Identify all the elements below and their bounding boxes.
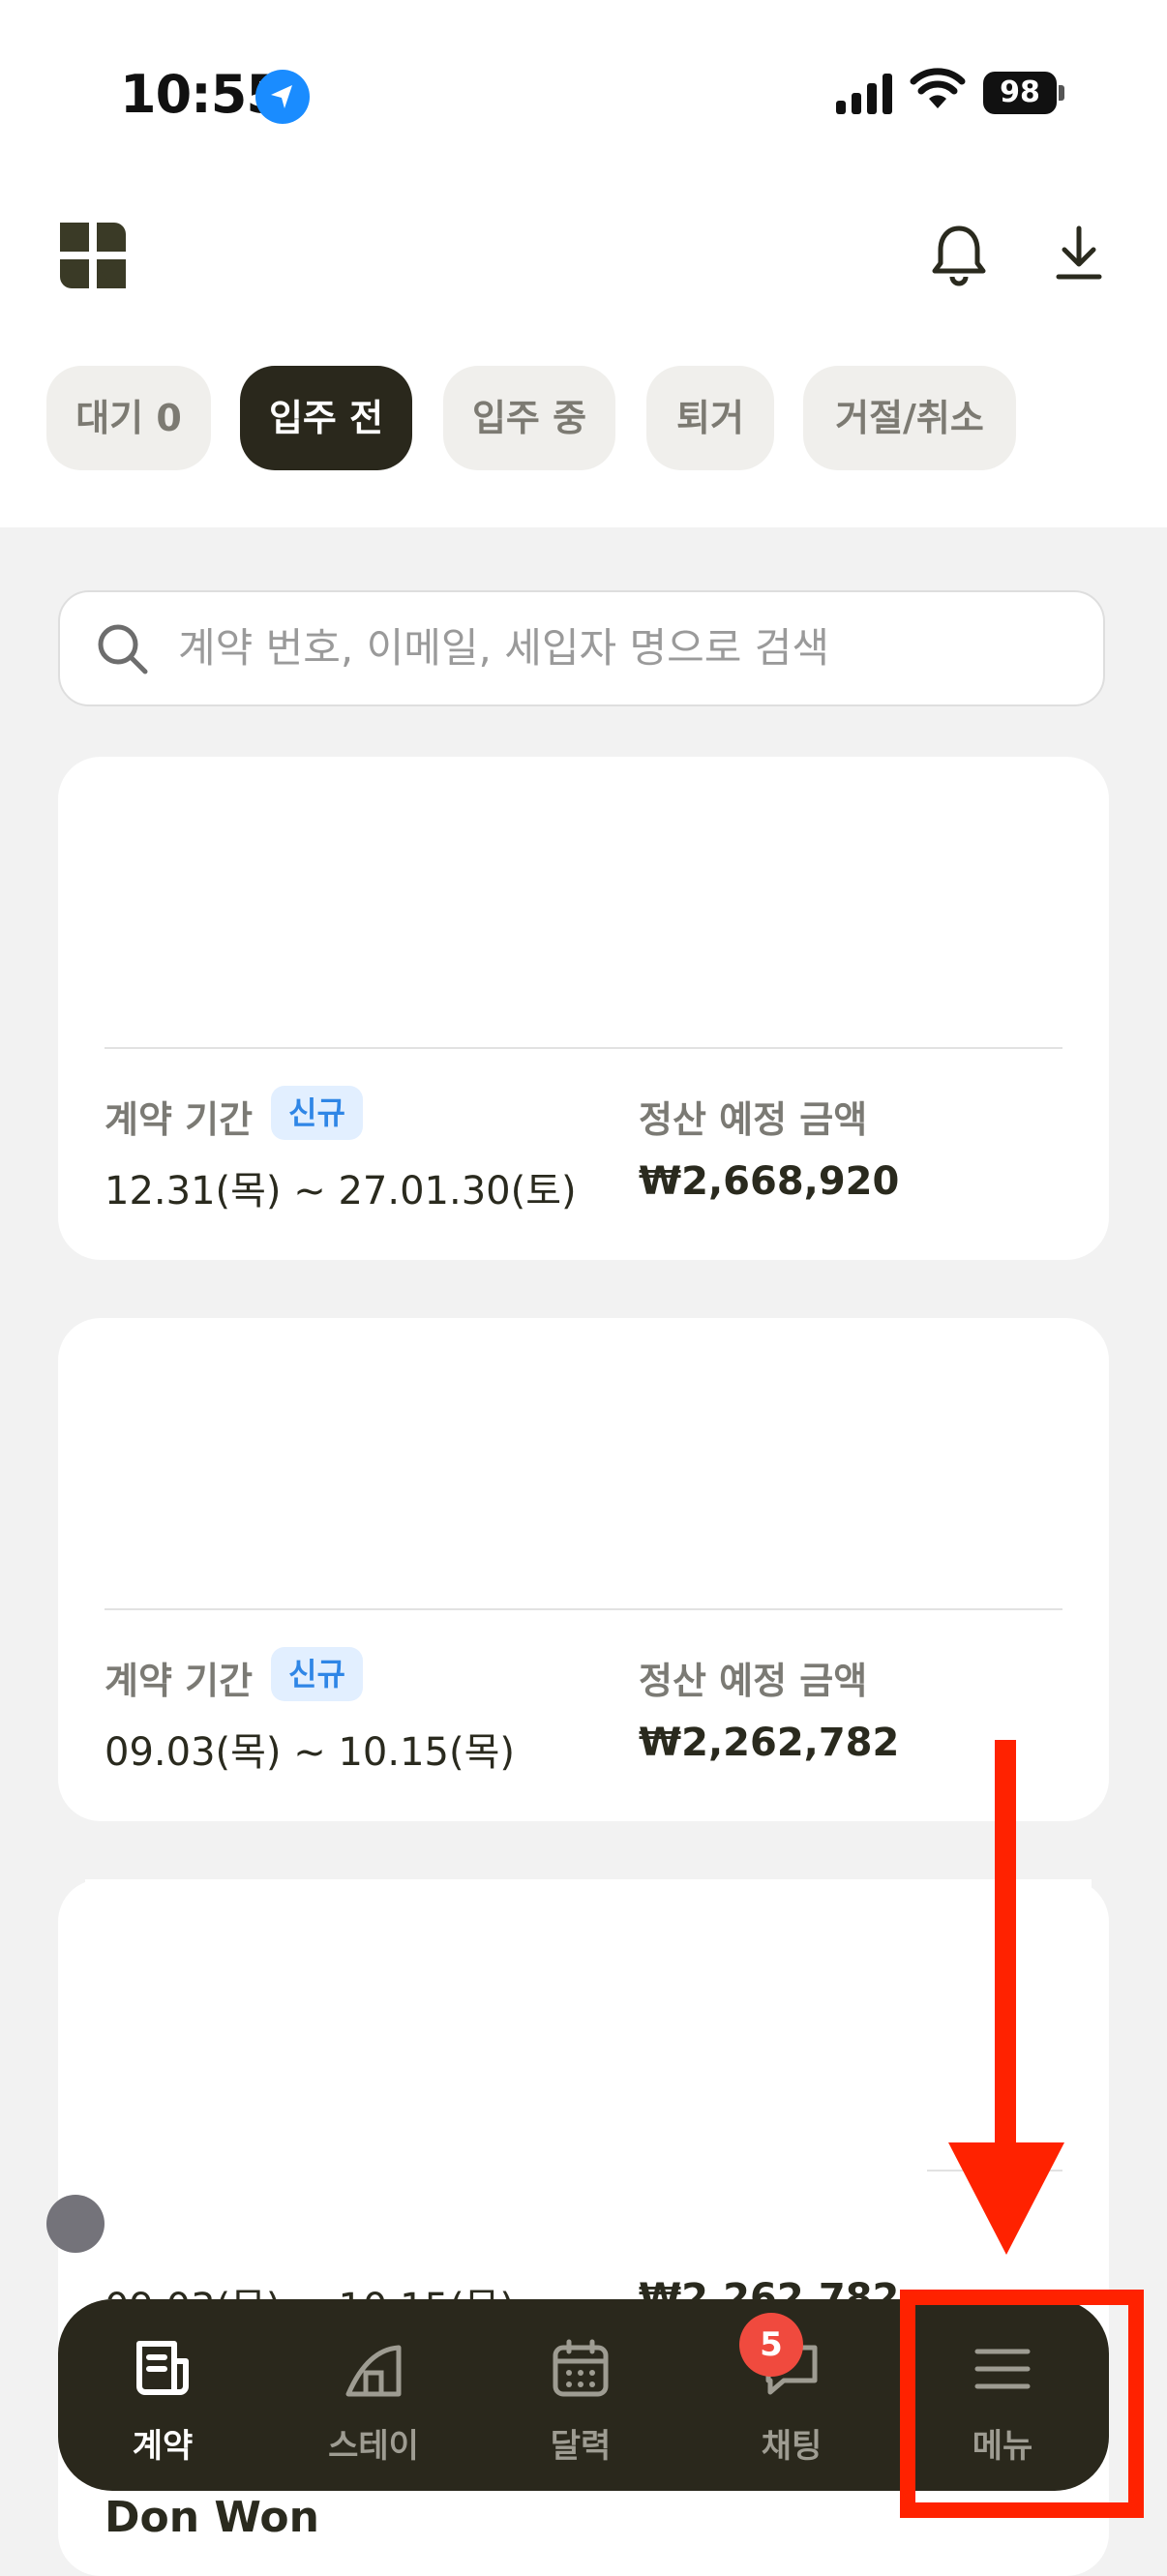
nav-calendar[interactable]: 달력	[484, 2299, 677, 2491]
contract-period-partial: 09.03(목) ~ 10.15(목)	[105, 2276, 515, 2299]
tab-moved-out[interactable]: 퇴거	[646, 366, 774, 470]
settlement-amount: ₩2,668,920	[639, 1159, 900, 1204]
period-label: 계약 기간	[105, 1660, 254, 1702]
download-icon[interactable]	[1045, 221, 1113, 288]
nav-label: 달력	[550, 2427, 612, 2466]
contract-period: 12.31(목) ~ 27.01.30(토)	[105, 1169, 577, 1213]
new-badge: 신규	[271, 1086, 363, 1140]
chat-unread-badge: 5	[739, 2313, 803, 2377]
nav-stay[interactable]: 스테이	[277, 2299, 470, 2491]
tab-waiting[interactable]: 대기 0	[46, 366, 211, 470]
nav-contract[interactable]: 계약	[66, 2299, 259, 2491]
amount-label: 정산 예정 금액	[639, 1660, 868, 1702]
contract-period: 09.03(목) ~ 10.15(목)	[105, 1730, 515, 1775]
status-bar: 10:55 98	[0, 0, 1167, 184]
battery-tip	[1059, 85, 1064, 101]
nav-label: 계약	[132, 2427, 194, 2466]
tab-moved-in[interactable]: 입주 중	[443, 366, 615, 470]
card-divider	[105, 1608, 1062, 1610]
nav-label: 채팅	[761, 2427, 823, 2466]
app-logo-icon	[60, 223, 126, 288]
signal-icon	[836, 72, 894, 114]
nav-label: 스테이	[328, 2427, 419, 2466]
tab-rejected-cancelled[interactable]: 거절/취소	[803, 366, 1016, 470]
search-icon	[98, 624, 148, 674]
card-divider	[105, 1047, 1062, 1049]
search-input[interactable]: 계약 번호, 이메일, 세입자 명으로 검색	[58, 590, 1105, 706]
settlement-amount: ₩2,262,782	[639, 1721, 900, 1765]
bell-icon[interactable]	[925, 221, 993, 288]
calendar-icon	[553, 2339, 609, 2397]
contract-icon	[136, 2341, 189, 2395]
new-badge: 신규	[271, 1647, 363, 1701]
floating-handle[interactable]	[46, 2195, 105, 2253]
contract-card[interactable]: 계약 기간 신규 09.03(목) ~ 10.15(목) 정산 예정 금액 ₩2…	[58, 1318, 1109, 1821]
battery-indicator: 98	[983, 72, 1057, 114]
search-placeholder: 계약 번호, 이메일, 세입자 명으로 검색	[178, 624, 830, 672]
annotation-highlight-box	[900, 2290, 1144, 2518]
location-icon	[255, 70, 310, 124]
tab-before-move-in[interactable]: 입주 전	[240, 366, 412, 470]
tenant-name: Don Won	[105, 2493, 319, 2542]
settlement-amount-partial: ₩2,262,782	[639, 2276, 900, 2299]
wifi-icon	[910, 68, 966, 108]
annotation-arrow-shaft	[995, 1740, 1016, 2166]
amount-label: 정산 예정 금액	[639, 1098, 868, 1141]
annotation-arrow-head	[948, 2142, 1064, 2255]
contract-card[interactable]: 계약 기간 신규 12.31(목) ~ 27.01.30(토) 정산 예정 금액…	[58, 757, 1109, 1260]
period-label: 계약 기간	[105, 1098, 254, 1141]
stay-icon	[345, 2345, 402, 2397]
